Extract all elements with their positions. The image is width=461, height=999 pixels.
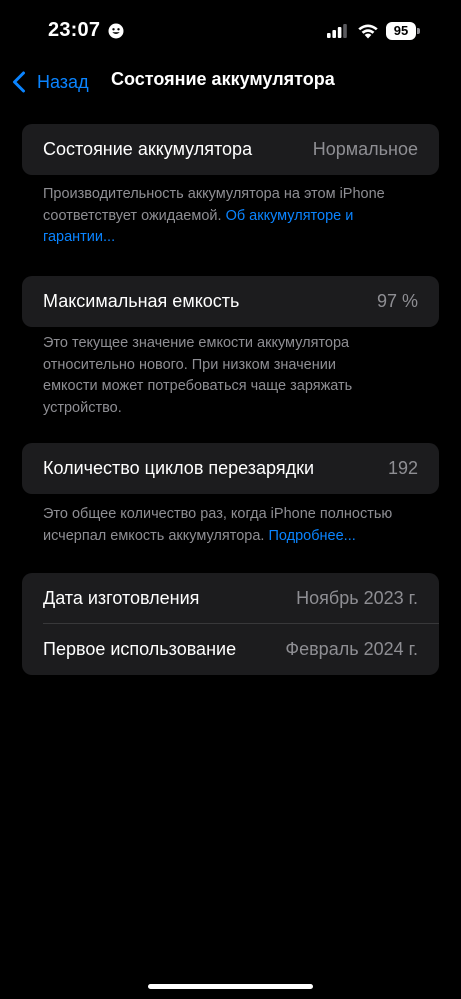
first-use-row: Первое использование Февраль 2024 г. xyxy=(22,624,439,675)
max-capacity-label: Максимальная емкость xyxy=(43,291,240,311)
cycle-count-label: Количество циклов перезарядки xyxy=(43,458,315,478)
chevron-left-icon xyxy=(13,71,25,93)
battery-health-label: Состояние аккумулятора xyxy=(43,139,253,159)
battery-health-card: Состояние аккумулятора Нормальное xyxy=(22,124,439,175)
battery-health-footnote: Производительность аккумулятора на этом … xyxy=(43,184,423,249)
cellular-signal-icon xyxy=(327,24,347,38)
status-bar: 23:07 95 xyxy=(0,0,461,62)
cycle-count-card: Количество циклов перезарядки 192 xyxy=(22,443,439,494)
max-capacity-card: Максимальная емкость 97 % xyxy=(22,276,439,327)
battery-level: 95 xyxy=(386,22,416,40)
smiley-face-icon xyxy=(108,23,124,39)
battery-health-row: Состояние аккумулятора Нормальное xyxy=(22,124,439,175)
manufacture-date-row: Дата изготовления Ноябрь 2023 г. xyxy=(22,573,439,624)
max-capacity-value: 97 % xyxy=(376,291,418,311)
status-time: 23:07 xyxy=(48,19,101,41)
back-label: Назад xyxy=(37,71,89,92)
cycle-count-row: Количество циклов перезарядки 192 xyxy=(22,443,439,494)
first-use-value: Февраль 2024 г. xyxy=(285,639,418,659)
back-button[interactable]: Назад xyxy=(12,68,89,96)
manufacture-date-value: Ноябрь 2023 г. xyxy=(296,588,418,608)
manufacture-date-label: Дата изготовления xyxy=(43,588,200,608)
max-capacity-footnote: Это текущее значение емкости аккумулятор… xyxy=(43,335,353,416)
page-title: Состояние аккумулятора xyxy=(111,69,335,89)
battery-health-value: Нормальное xyxy=(312,139,418,159)
wifi-icon xyxy=(358,24,378,39)
home-indicator[interactable] xyxy=(148,984,313,989)
max-capacity-row: Максимальная емкость 97 % xyxy=(22,276,439,327)
cycle-count-value: 192 xyxy=(387,458,418,478)
more-info-link[interactable]: Подробнее... xyxy=(268,528,355,544)
first-use-label: Первое использование xyxy=(43,639,237,659)
dates-card: Дата изготовления Ноябрь 2023 г. Первое … xyxy=(22,573,439,675)
cycle-count-footnote: Это общее количество раз, когда iPhone п… xyxy=(43,504,415,547)
battery-tip xyxy=(417,28,420,34)
battery-indicator: 95 xyxy=(386,21,420,41)
